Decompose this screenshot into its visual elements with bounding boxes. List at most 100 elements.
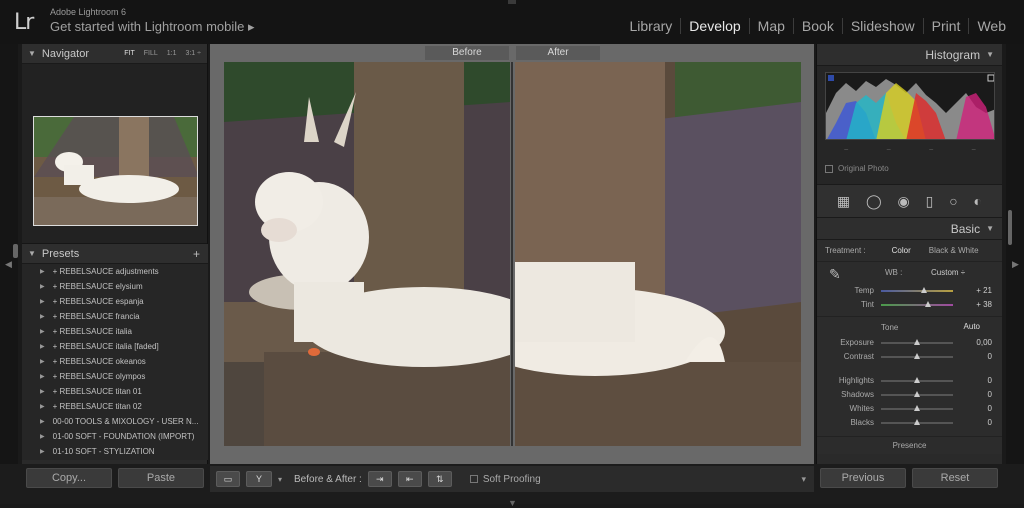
copy-before-to-after-icon[interactable]: ⇥ xyxy=(367,471,392,487)
temp-value[interactable]: + 21 xyxy=(976,286,992,295)
original-photo-toggle[interactable]: Original Photo xyxy=(825,164,889,173)
expand-icon[interactable]: ▶ xyxy=(40,403,45,410)
exposure-slider[interactable] xyxy=(881,339,953,345)
expand-icon[interactable]: ▶ xyxy=(40,343,45,350)
preset-folder[interactable]: ▶ 00-00 TOOLS & MIXOLOGY - USER N... xyxy=(22,414,208,429)
shadows-value[interactable]: 0 xyxy=(988,390,992,399)
tint-slider[interactable] xyxy=(881,301,953,307)
expand-icon[interactable]: ▶ xyxy=(40,433,45,440)
zoom-3-1[interactable]: 3:1 ÷ xyxy=(185,50,201,57)
preset-folder[interactable]: ▶ + REBELSAUCE titan 01 xyxy=(22,384,208,399)
contrast-value[interactable]: 0 xyxy=(988,352,992,361)
expand-icon[interactable]: ▶ xyxy=(40,313,45,320)
preset-folder[interactable]: ▶ + REBELSAUCE espanja xyxy=(22,294,208,309)
zoom-fill[interactable]: FILL xyxy=(144,50,158,57)
crop-tool-icon[interactable]: ▦ xyxy=(837,193,850,210)
checkbox[interactable] xyxy=(469,475,478,483)
whites-slider[interactable] xyxy=(881,405,953,411)
treatment-color[interactable]: Color xyxy=(892,246,911,255)
slider-handle[interactable] xyxy=(914,377,920,383)
previous-button[interactable]: Previous xyxy=(820,468,906,488)
tint-value[interactable]: + 38 xyxy=(976,300,992,309)
spot-removal-icon[interactable]: ◯ xyxy=(866,193,882,210)
view-dropdown-icon[interactable]: ▾ xyxy=(278,475,282,484)
copy-settings-button[interactable]: Copy... xyxy=(26,468,112,488)
collapse-icon[interactable]: ▼ xyxy=(986,50,994,59)
wb-eyedropper-icon[interactable]: ✎ xyxy=(829,266,841,283)
navigator-preview[interactable] xyxy=(22,64,207,244)
slider-handle[interactable] xyxy=(925,301,931,307)
slider-handle[interactable] xyxy=(914,339,920,345)
navigator-thumbnail[interactable] xyxy=(33,116,198,226)
reset-button[interactable]: Reset xyxy=(912,468,998,488)
shadows-slider[interactable] xyxy=(881,391,953,397)
after-photo[interactable] xyxy=(515,62,801,446)
radial-filter-icon[interactable]: ○ xyxy=(949,193,957,209)
adjustment-brush-icon[interactable]: ◐ xyxy=(974,193,982,209)
collapse-icon[interactable]: ▼ xyxy=(28,249,36,258)
preset-folder[interactable]: ▶ + REBELSAUCE titan 02 xyxy=(22,399,208,414)
left-scrollbar[interactable] xyxy=(13,244,18,258)
right-scrollbar[interactable] xyxy=(1008,210,1012,245)
preset-folder[interactable]: ▶ + REBELSAUCE francia xyxy=(22,309,208,324)
expand-icon[interactable]: ▶ xyxy=(40,283,45,290)
histogram-graph[interactable] xyxy=(825,72,995,140)
highlights-slider[interactable] xyxy=(881,377,953,383)
collapse-icon[interactable]: ▼ xyxy=(986,224,994,233)
preset-folder[interactable]: ▶ 01-10 SOFT - STYLIZATION xyxy=(22,444,208,459)
navigator-header[interactable]: ▼ Navigator FIT FILL 1:1 3:1 ÷ xyxy=(22,44,207,64)
red-eye-icon[interactable]: ◉ xyxy=(898,193,910,210)
temp-slider[interactable] xyxy=(881,287,953,293)
slider-handle[interactable] xyxy=(914,419,920,425)
copy-after-to-before-icon[interactable]: ⇤ xyxy=(397,471,422,487)
loupe-view-icon[interactable]: ▭ xyxy=(216,471,240,487)
preset-folder[interactable]: ▶ + REBELSAUCE okeanos xyxy=(22,354,208,369)
swap-before-after-icon[interactable]: ⇅ xyxy=(427,471,452,487)
paste-settings-button[interactable]: Paste xyxy=(118,468,204,488)
slider-handle[interactable] xyxy=(914,405,920,411)
expand-icon[interactable]: ▶ xyxy=(40,388,45,395)
basic-header[interactable]: Basic ▼ xyxy=(817,218,1002,240)
auto-tone-button[interactable]: Auto xyxy=(964,322,980,331)
add-preset-button[interactable]: + xyxy=(193,247,208,261)
graduated-filter-icon[interactable]: ▯ xyxy=(926,193,934,210)
slider-handle[interactable] xyxy=(921,287,927,293)
preset-folder[interactable]: ▶ 01-00 SOFT - FOUNDATION (IMPORT) xyxy=(22,429,208,444)
module-map[interactable]: Map xyxy=(748,18,793,34)
whites-value[interactable]: 0 xyxy=(988,404,992,413)
expand-icon[interactable]: ▶ xyxy=(40,418,45,425)
collapse-icon[interactable]: ▼ xyxy=(28,49,36,58)
right-panel-toggle-icon[interactable]: ▶ xyxy=(1012,259,1019,270)
before-photo[interactable] xyxy=(224,62,510,446)
before-after-view-icon[interactable]: Y xyxy=(246,471,272,487)
expand-icon[interactable]: ▶ xyxy=(40,448,45,455)
histogram-header[interactable]: Histogram ▼ xyxy=(817,44,1002,66)
module-web[interactable]: Web xyxy=(968,18,1014,34)
top-panel-toggle[interactable] xyxy=(508,0,516,4)
slider-handle[interactable] xyxy=(914,391,920,397)
module-slideshow[interactable]: Slideshow xyxy=(841,18,923,34)
filmstrip-toggle-icon[interactable]: ▼ xyxy=(508,498,517,508)
expand-icon[interactable]: ▶ xyxy=(40,328,45,335)
zoom-1-1[interactable]: 1:1 xyxy=(167,50,177,57)
blacks-slider[interactable] xyxy=(881,419,953,425)
blacks-value[interactable]: 0 xyxy=(988,418,992,427)
wb-select[interactable]: Custom ÷ xyxy=(931,268,965,277)
module-print[interactable]: Print xyxy=(922,18,969,34)
exposure-value[interactable]: 0,00 xyxy=(976,338,992,347)
module-develop[interactable]: Develop xyxy=(680,18,748,34)
expand-icon[interactable]: ▶ xyxy=(40,373,45,380)
treatment-bw[interactable]: Black & White xyxy=(929,246,979,255)
zoom-fit[interactable]: FIT xyxy=(124,50,135,57)
soft-proofing-toggle[interactable]: Soft Proofing xyxy=(469,474,541,485)
preset-folder[interactable]: ▶ + REBELSAUCE italia [faded] xyxy=(22,339,208,354)
expand-icon[interactable]: ▶ xyxy=(40,298,45,305)
checkbox[interactable] xyxy=(825,164,833,173)
toolbar-menu-icon[interactable]: ▾ xyxy=(801,474,806,485)
slider-handle[interactable] xyxy=(914,353,920,359)
module-library[interactable]: Library xyxy=(622,18,681,34)
preset-folder[interactable]: ▶ + REBELSAUCE elysium xyxy=(22,279,208,294)
mobile-promo-link[interactable]: Get started with Lightroom mobile ▸ xyxy=(50,19,255,35)
highlights-value[interactable]: 0 xyxy=(988,376,992,385)
expand-icon[interactable]: ▶ xyxy=(40,268,45,275)
